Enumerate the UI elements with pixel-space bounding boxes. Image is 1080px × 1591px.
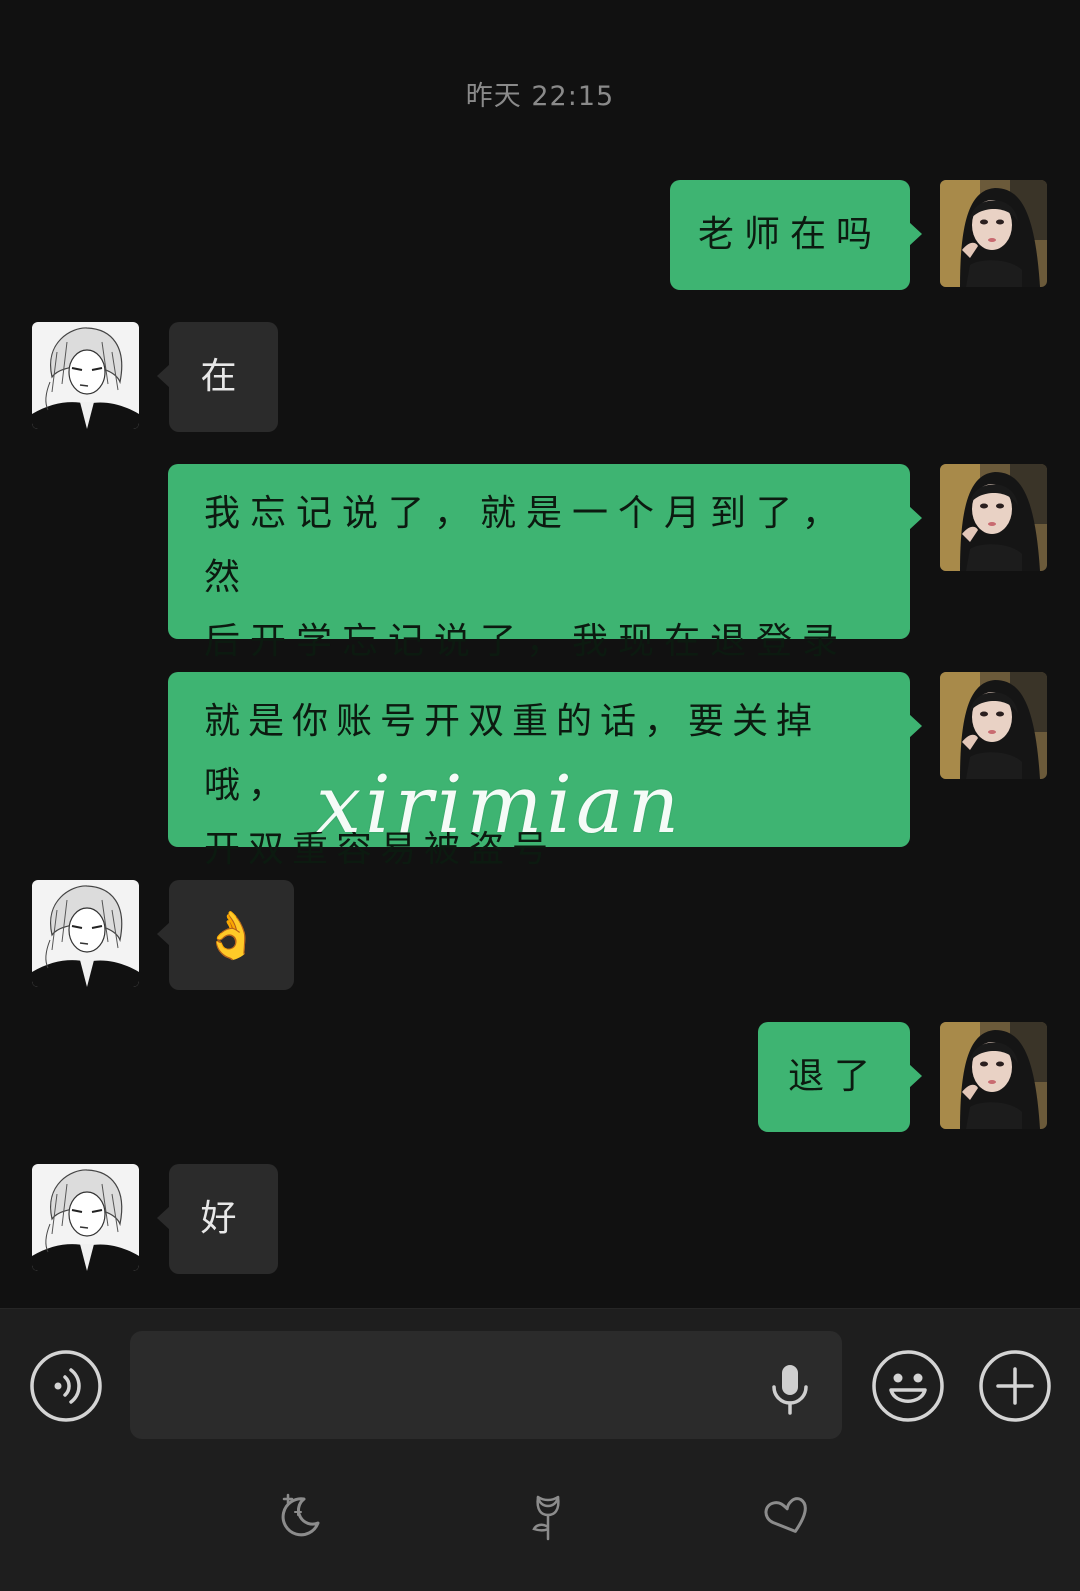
- rose-icon[interactable]: [522, 1489, 574, 1541]
- heart-icon[interactable]: [760, 1489, 812, 1541]
- message-text: 退了: [787, 1056, 880, 1097]
- message-bubble-outgoing[interactable]: 我忘记说了，就是一个月到了，然 后开学忘记说了，我现在退登录: [168, 464, 922, 662]
- my-avatar[interactable]: [940, 464, 1047, 571]
- timestamp: 昨天 22:15: [465, 81, 615, 112]
- avatar-image: [940, 464, 1047, 571]
- message-bubble-incoming[interactable]: 在: [157, 322, 278, 432]
- emoji-button[interactable]: [871, 1349, 945, 1423]
- plus-icon: [979, 1350, 1051, 1422]
- avatar-image: [940, 672, 1047, 779]
- avatar-image: [32, 880, 139, 987]
- message-text-line: 我忘记说了，就是一个月到了，然: [204, 493, 849, 598]
- avatar-image: [32, 1164, 139, 1271]
- message-bubble-incoming[interactable]: 好: [157, 1164, 278, 1274]
- message-bubble-incoming[interactable]: 👌: [157, 880, 294, 990]
- watermark: xirimian: [316, 758, 684, 851]
- message-input[interactable]: [148, 1331, 752, 1441]
- contact-avatar[interactable]: [32, 1164, 139, 1271]
- my-avatar[interactable]: [940, 1022, 1047, 1129]
- moon-sparkle-icon[interactable]: [274, 1489, 326, 1541]
- message-input-field[interactable]: [130, 1331, 842, 1441]
- ok-hand-emoji: 👌: [202, 908, 261, 962]
- voice-toggle-button[interactable]: [29, 1349, 103, 1423]
- message-bubble-outgoing[interactable]: 老师在吗: [670, 180, 922, 290]
- voice-toggle-icon: [30, 1350, 102, 1422]
- message-text: 老师在吗: [697, 214, 882, 255]
- avatar-image: [940, 1022, 1047, 1129]
- input-bar: [0, 1308, 1080, 1591]
- chat-area: 昨天 22:15 老师在吗 在 我忘记说了，就是一个月到了，然 后开学忘记说了，…: [0, 0, 1080, 1308]
- message-text: 在: [200, 356, 247, 397]
- contact-avatar[interactable]: [32, 880, 139, 987]
- avatar-image: [940, 180, 1047, 287]
- microphone-icon[interactable]: [768, 1363, 812, 1415]
- contact-avatar[interactable]: [32, 322, 139, 429]
- more-options-button[interactable]: [978, 1349, 1052, 1423]
- avatar-image: [32, 322, 139, 429]
- message-bubble-outgoing[interactable]: 退了: [758, 1022, 922, 1132]
- message-text: 好: [200, 1198, 247, 1239]
- message-text-line: 后开学忘记说了，我现在退登录: [204, 621, 849, 662]
- emoji-icon: [872, 1350, 944, 1422]
- my-avatar[interactable]: [940, 180, 1047, 287]
- my-avatar[interactable]: [940, 672, 1047, 779]
